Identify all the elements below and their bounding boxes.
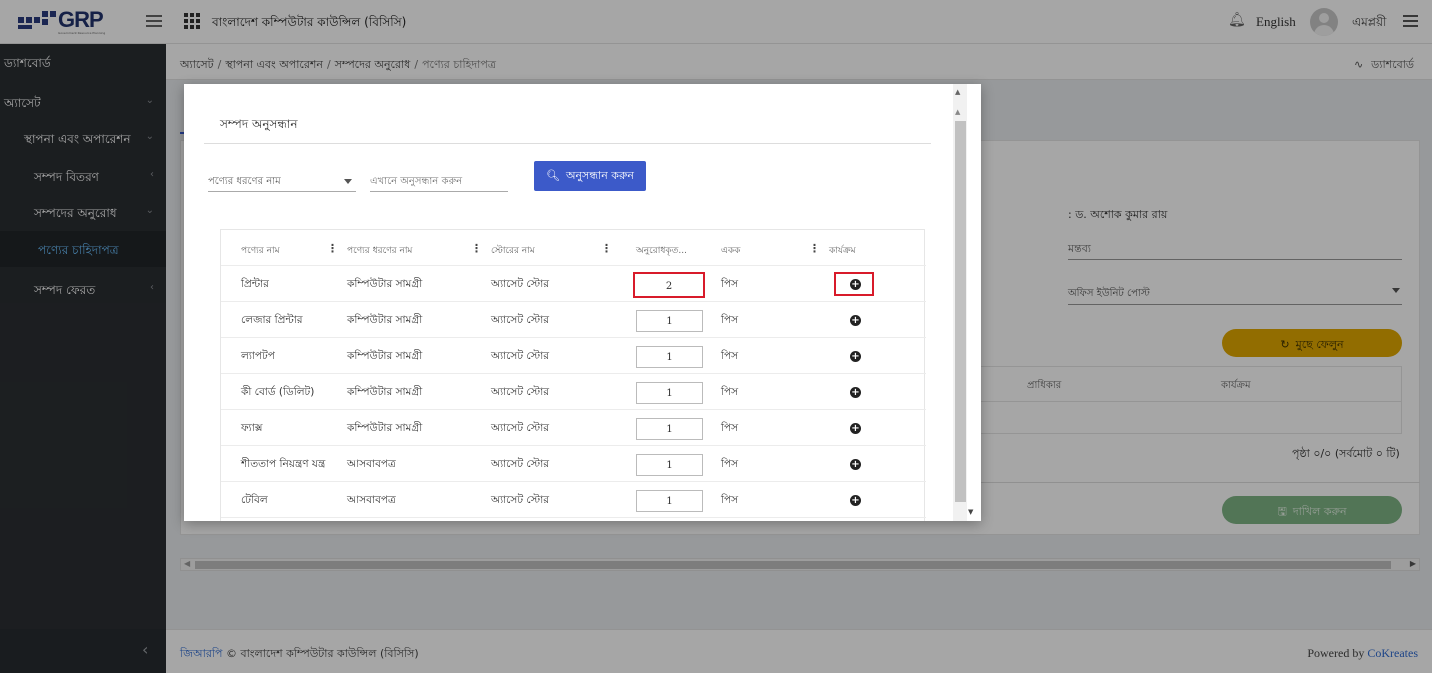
column-header: পণ্যের নাম — [241, 246, 280, 256]
add-circle-icon[interactable]: + — [850, 279, 861, 290]
unit: পিস — [721, 494, 739, 506]
quantity-field[interactable]: 1 — [636, 346, 703, 368]
table-row: ফ্যাক্স কম্পিউটার সামগ্রী অ্যাসেট স্টোর … — [221, 410, 926, 446]
column-menu-icon[interactable]: ⋮ — [471, 242, 482, 255]
divider — [204, 143, 931, 144]
scrollbar-thumb[interactable] — [955, 121, 966, 502]
search-icon: 🔍︎ — [546, 168, 560, 182]
scroll-up-icon[interactable]: ▲ — [955, 88, 960, 96]
quantity-field[interactable]: 2 — [633, 272, 705, 298]
product-type: কম্পিউটার সামগ্রী — [347, 422, 423, 434]
add-circle-icon[interactable]: + — [850, 495, 861, 506]
scroll-up-icon[interactable]: ▲ — [955, 108, 960, 116]
table-row: ল্যাপটপ কম্পিউটার সামগ্রী অ্যাসেট স্টোর … — [221, 338, 926, 374]
store-name: অ্যাসেট স্টোর — [491, 386, 550, 398]
product-table: পণ্যের নাম ⋮ পণ্যের ধরণের নাম ⋮ স্টোরের … — [220, 229, 926, 521]
add-circle-icon[interactable]: + — [850, 351, 861, 362]
product-name: ফ্যাক্স — [241, 422, 263, 434]
asset-search-modal: সম্পদ অনুসন্ধান পণ্যের ধরণের নাম 🔍︎ অনুসন… — [184, 84, 981, 521]
column-menu-icon[interactable]: ⋮ — [601, 242, 612, 255]
quantity-field[interactable]: 1 — [636, 454, 703, 476]
store-name: অ্যাসেট স্টোর — [491, 422, 550, 434]
column-menu-icon[interactable]: ⋮ — [809, 242, 820, 255]
product-type: আসবাবপত্র — [347, 458, 396, 470]
scroll-down-icon[interactable]: ▼ — [968, 508, 973, 516]
table-row: কী বোর্ড (ডিলিট) কম্পিউটার সামগ্রী অ্যাস… — [221, 374, 926, 410]
product-type-select[interactable]: পণ্যের ধরণের নাম — [208, 170, 356, 192]
quantity-field[interactable]: 1 — [636, 490, 703, 512]
product-name: প্রিন্টার — [241, 278, 269, 290]
product-name: কী বোর্ড (ডিলিট) — [241, 386, 315, 398]
column-header: স্টোরের নাম — [491, 246, 535, 256]
product-type-label: পণ্যের ধরণের নাম — [208, 176, 281, 187]
product-type: কম্পিউটার সামগ্রী — [347, 314, 423, 326]
product-type: কম্পিউটার সামগ্রী — [347, 386, 423, 398]
store-name: অ্যাসেট স্টোর — [491, 458, 550, 470]
table-row: টেবিল আসবাবপত্র অ্যাসেট স্টোর 1 পিস + — [221, 482, 926, 518]
product-name: লেজার প্রিন্টার — [241, 314, 303, 326]
search-button-label: অনুসন্ধান করুন — [565, 168, 634, 182]
product-name: ল্যাপটপ — [241, 350, 275, 362]
product-type: কম্পিউটার সামগ্রী — [347, 278, 423, 290]
quantity-field[interactable]: 1 — [636, 382, 703, 404]
store-name: অ্যাসেট স্টোর — [491, 494, 550, 506]
table-header-row: পণ্যের নাম ⋮ পণ্যের ধরণের নাম ⋮ স্টোরের … — [221, 230, 926, 266]
unit: পিস — [721, 350, 739, 362]
product-name: টেবিল — [241, 494, 268, 506]
store-name: অ্যাসেট স্টোর — [491, 314, 550, 326]
search-input[interactable] — [370, 170, 508, 192]
product-type: কম্পিউটার সামগ্রী — [347, 350, 423, 362]
unit: পিস — [721, 458, 739, 470]
modal-vertical-scrollbar[interactable]: ▲ ▲ ▼ — [950, 84, 981, 521]
product-name: শীততাপ নিয়ন্ত্রণ যন্ত্র — [241, 458, 326, 470]
table-row: প্রিন্টার কম্পিউটার সামগ্রী অ্যাসেট স্টো… — [221, 266, 926, 302]
quantity-field[interactable]: 1 — [636, 310, 703, 332]
column-header: একক — [721, 246, 741, 256]
add-circle-icon[interactable]: + — [850, 423, 861, 434]
column-header: অনুরোধকৃত... — [636, 246, 688, 256]
column-menu-icon[interactable]: ⋮ — [327, 242, 338, 255]
unit: পিস — [721, 422, 739, 434]
store-name: অ্যাসেট স্টোর — [491, 278, 550, 290]
product-type: আসবাবপত্র — [347, 494, 396, 506]
store-name: অ্যাসেট স্টোর — [491, 350, 550, 362]
modal-title: সম্পদ অনুসন্ধান — [220, 117, 298, 131]
add-circle-icon[interactable]: + — [850, 459, 861, 470]
add-circle-icon[interactable]: + — [850, 315, 861, 326]
table-row: লেজার প্রিন্টার কম্পিউটার সামগ্রী অ্যাসে… — [221, 302, 926, 338]
column-header: পণ্যের ধরণের নাম — [347, 246, 413, 256]
quantity-field[interactable]: 1 — [636, 418, 703, 440]
search-button[interactable]: 🔍︎ অনুসন্ধান করুন — [534, 161, 646, 191]
unit: পিস — [721, 278, 739, 290]
unit: পিস — [721, 314, 739, 326]
column-header: কার্যক্রম — [829, 246, 856, 256]
unit: পিস — [721, 386, 739, 398]
table-row: শীততাপ নিয়ন্ত্রণ যন্ত্র আসবাবপত্র অ্যাস… — [221, 446, 926, 482]
chevron-down-icon — [344, 179, 352, 184]
add-circle-icon[interactable]: + — [850, 387, 861, 398]
